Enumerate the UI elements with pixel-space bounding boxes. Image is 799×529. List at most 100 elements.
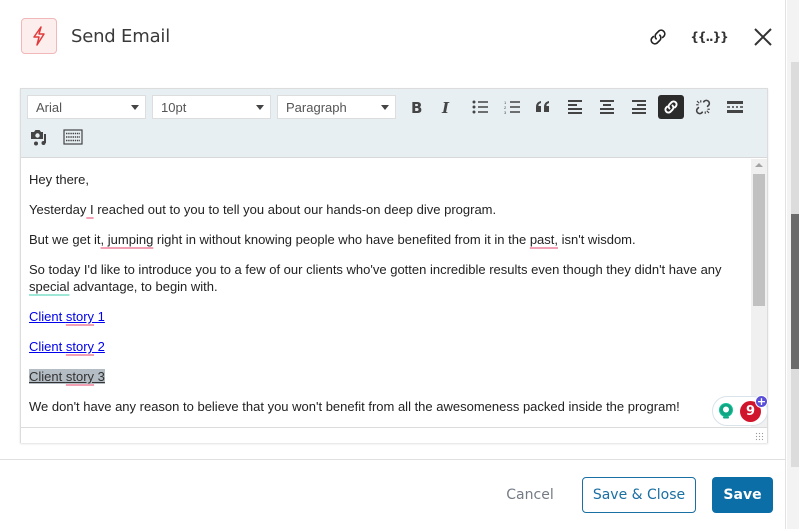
insert-link-button[interactable] [658, 95, 684, 119]
editor-scrollbar-thumb[interactable] [753, 174, 765, 306]
editor-statusbar [21, 427, 767, 443]
text: advantage, to begin with. [69, 279, 218, 294]
text: So today I'd like to introduce you to a … [29, 262, 722, 277]
merge-fields-button[interactable]: {{..}} [690, 24, 728, 50]
bullet-list-button[interactable] [467, 95, 493, 119]
link-text: 3 [94, 369, 105, 384]
greeting-text: Hey there, [29, 172, 89, 187]
client-story-1-link[interactable]: Client story 1 [29, 309, 105, 324]
italic-icon: I [441, 99, 450, 115]
copy-link-button[interactable] [645, 24, 671, 50]
bold-button[interactable]: B [403, 95, 429, 119]
spelling-error: story [65, 339, 95, 354]
send-email-modal: Send Email {{..}} Arial 10pt Paragraph B… [0, 0, 786, 529]
link-paragraph-3: Client story 3 [29, 368, 743, 385]
editor-toolbar: Arial 10pt Paragraph B I 123 [21, 89, 767, 158]
font-family-select[interactable]: Arial [27, 95, 146, 119]
font-size-select[interactable]: 10pt [152, 95, 271, 119]
block-format-value: Paragraph [286, 100, 347, 115]
align-right-button[interactable] [626, 95, 652, 119]
bold-icon: B [411, 99, 422, 115]
bullet-list-icon [472, 100, 488, 114]
horizontal-rule-button[interactable] [722, 95, 748, 119]
link-text: Client [29, 339, 66, 354]
insert-media-button[interactable] [27, 125, 53, 149]
link-icon [664, 100, 678, 114]
align-left-icon [568, 100, 582, 114]
keyboard-icon [63, 129, 83, 145]
align-left-button[interactable] [562, 95, 588, 119]
text: reached out to you to tell you about our… [93, 202, 497, 217]
trigger-badge [21, 18, 57, 54]
client-story-2-link[interactable]: Client story 2 [29, 339, 105, 354]
cancel-button[interactable]: Cancel [500, 477, 560, 513]
text-selection: Client story 3 [29, 369, 105, 384]
greeting-paragraph: Hey there, [29, 171, 743, 188]
numbered-list-icon: 123 [504, 100, 520, 114]
unlink-button[interactable] [690, 95, 716, 119]
grammarly-plus-icon[interactable]: + [755, 395, 768, 408]
chevron-down-icon [131, 105, 139, 110]
merge-fields-icon: {{..}} [690, 30, 728, 44]
font-size-value: 10pt [161, 100, 187, 115]
text: isn't wisdom. [558, 232, 636, 247]
text: But we get it [29, 232, 101, 247]
paragraph-1: Yesterday I reached out to you to tell y… [29, 201, 743, 218]
email-body[interactable]: Hey there, Yesterday I reached out to yo… [21, 159, 751, 427]
keyboard-button[interactable] [60, 125, 86, 149]
italic-button[interactable]: I [434, 95, 460, 119]
editor-scrollbar[interactable] [751, 159, 767, 427]
paragraph-2: But we get it, jumping right in without … [29, 231, 743, 248]
page-scrollbar-thumb[interactable] [791, 214, 799, 369]
horizontal-rule-icon [727, 101, 743, 113]
align-center-icon [600, 100, 614, 114]
unlink-icon [695, 99, 711, 115]
close-button[interactable] [750, 24, 776, 50]
link-icon [650, 29, 666, 45]
link-text: Client [29, 369, 66, 384]
text: Yesterday [29, 202, 87, 217]
svg-text:I: I [441, 99, 450, 115]
link-text: 1 [94, 309, 105, 324]
chevron-down-icon [381, 105, 389, 110]
close-icon [754, 28, 772, 46]
lightbulb-icon[interactable] [717, 402, 735, 420]
lightning-bolt-icon [33, 26, 45, 46]
save-and-close-button[interactable]: Save & Close [582, 477, 696, 513]
page-scrollbar[interactable] [787, 0, 799, 529]
svg-text:3: 3 [504, 110, 507, 114]
text: right in without knowing people who have… [153, 232, 530, 247]
link-paragraph-2: Client story 2 [29, 338, 743, 355]
grammarly-widget[interactable]: 9 + [712, 395, 768, 426]
svg-text:B: B [411, 99, 422, 115]
save-button[interactable]: Save [712, 477, 773, 513]
page-title: Send Email [71, 26, 170, 47]
paragraph-3: So today I'd like to introduce you to a … [29, 261, 743, 295]
spelling-error[interactable]: past, [530, 232, 558, 247]
link-paragraph-1: Client story 1 [29, 308, 743, 325]
resize-handle-icon[interactable] [755, 432, 764, 441]
align-center-button[interactable] [594, 95, 620, 119]
footer-divider [0, 459, 786, 460]
client-story-3-link[interactable]: Client story 3 [29, 369, 105, 384]
closing-text: We don't have any reason to believe that… [29, 399, 680, 414]
block-format-select[interactable]: Paragraph [277, 95, 396, 119]
spelling-error[interactable]: , jumping [101, 232, 154, 247]
link-text: Client [29, 309, 66, 324]
numbered-list-button[interactable]: 123 [499, 95, 525, 119]
scroll-up-arrow-icon[interactable] [755, 163, 763, 167]
closing-paragraph: We don't have any reason to believe that… [29, 398, 743, 415]
chevron-down-icon [256, 105, 264, 110]
spelling-error[interactable]: I [86, 202, 94, 217]
align-right-icon [632, 100, 646, 114]
spelling-error: story [65, 369, 95, 384]
blockquote-button[interactable] [530, 95, 556, 119]
media-icon [31, 130, 46, 146]
link-text: 2 [94, 339, 105, 354]
font-family-value: Arial [36, 100, 63, 115]
grammar-suggestion[interactable]: special [29, 279, 69, 294]
spelling-error: story [65, 309, 95, 324]
email-editor: Arial 10pt Paragraph B I 123 Hey there, … [20, 88, 768, 443]
modal-header: Send Email {{..}} [0, 0, 786, 75]
quote-icon [536, 101, 549, 112]
